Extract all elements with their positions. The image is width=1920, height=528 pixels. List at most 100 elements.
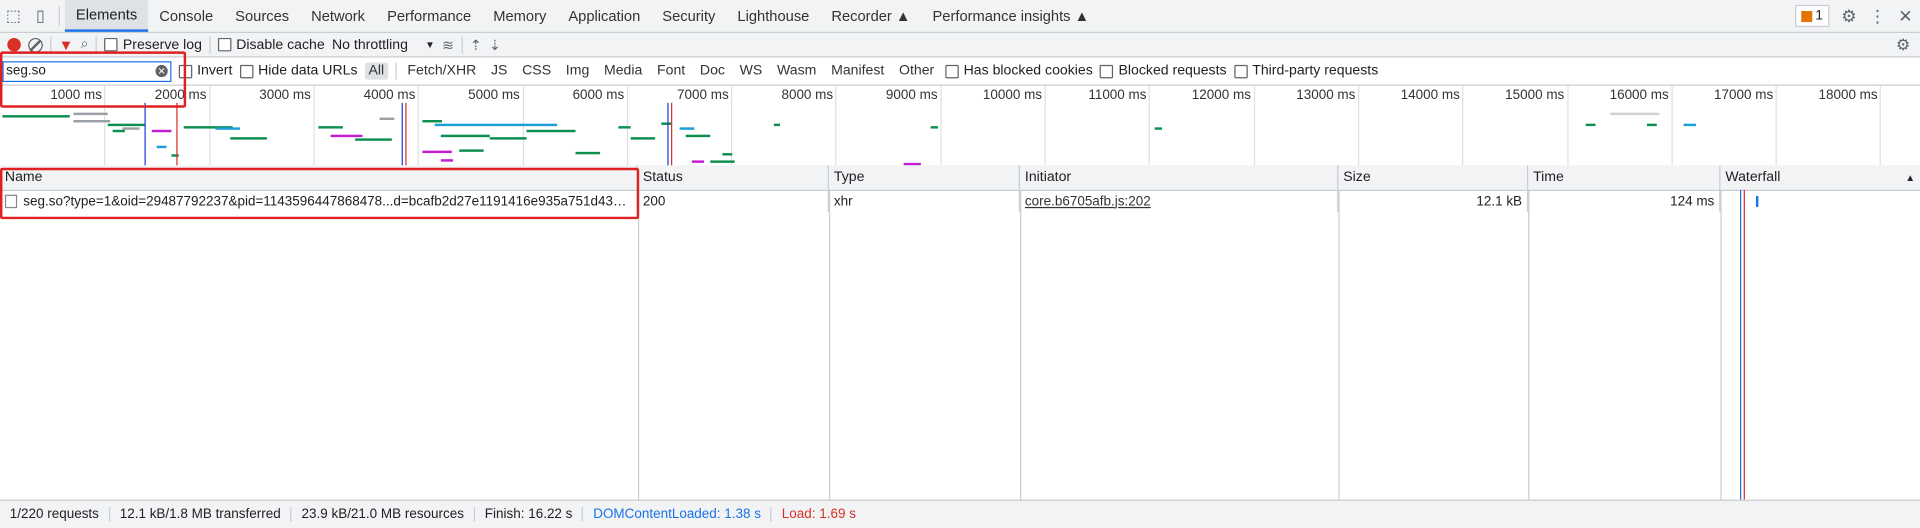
load-event-line [1743,189,1745,500]
timeline-request-segment [422,120,443,123]
invert-checkbox[interactable]: Invert [178,64,232,78]
timeline-tick: 9000 ms [886,85,942,167]
checkbox-box[interactable] [104,37,118,52]
timeline-tick: 8000 ms [781,85,837,167]
filter-type-wasm[interactable]: Wasm [773,62,820,79]
clear-filter-icon[interactable]: ✕ [155,64,168,78]
timeline-tick: 17000 ms [1714,85,1777,167]
sort-up-icon: ▲ [1905,172,1916,184]
timeline-request-segment [722,153,733,156]
tab-network[interactable]: Network [300,0,376,32]
preserve-log-checkbox[interactable]: Preserve log [104,37,202,52]
checkbox-box[interactable] [945,64,959,78]
disable-cache-checkbox[interactable]: Disable cache [217,37,325,53]
export-har-icon[interactable]: ⇣ [489,36,501,54]
tab-lighthouse[interactable]: Lighthouse [726,0,820,32]
tab-sources[interactable]: Sources [224,0,300,32]
checkbox-box[interactable] [217,37,232,52]
timeline-request-segment [661,122,672,125]
filter-type-media[interactable]: Media [600,62,646,79]
tab-recorder[interactable]: Recorder ▲ [820,0,921,32]
network-overview-timeline[interactable]: 1000 ms 2000 ms 3000 ms 4000 ms 5000 ms 6000 … [0,85,1920,168]
blocked-requests-checkbox[interactable]: Blocked requests [1100,64,1227,78]
column-divider [829,189,1022,500]
column-header-waterfall[interactable]: Waterfall ▲ [1720,165,1920,189]
network-conditions-icon[interactable]: ≋ [442,36,454,54]
filter-input[interactable]: seg.so ✕ [2,60,172,82]
checkbox-box[interactable] [1233,64,1248,78]
timeline-request-segment [489,137,527,140]
clear-icon[interactable] [28,37,43,53]
timeline-request-segment [440,159,454,162]
timeline-request-segment [1585,123,1596,127]
timeline-request-segment [379,117,395,121]
column-header-name[interactable]: Name [0,165,638,190]
column-header-type[interactable]: Type [829,165,1021,190]
requests-table: Name Status Type Initiator Size Time Wat… [0,165,1920,500]
import-har-icon[interactable]: ⇡ [470,36,482,54]
filter-type-manifest[interactable]: Manifest [827,62,888,79]
timeline-tick: 10000 ms [983,85,1046,167]
filter-type-fetch-xhr[interactable]: Fetch/XHR [404,62,480,79]
timeline-request-segment [526,129,576,133]
inspect-element-icon[interactable]: ⬚ [0,0,27,32]
column-header-status[interactable]: Status [638,165,829,190]
network-settings-icon[interactable]: ⚙ [1896,35,1910,55]
close-devtools-icon[interactable]: ✕ [1898,6,1912,27]
dom-content-loaded-time: DOMContentLoaded: 1.38 s [583,506,772,522]
column-divider [0,189,640,500]
timeline-tick-label: 9000 ms [885,88,938,103]
filter-icon[interactable]: ▼ [59,36,74,53]
tabbar-right-controls: 1 ⚙ ⋮ ✕ [1794,0,1913,32]
dom-content-loaded-line [1740,189,1742,500]
disable-cache-label: Disable cache [236,37,325,53]
settings-gear-icon[interactable]: ⚙ [1841,6,1856,27]
record-icon[interactable] [7,37,21,52]
filter-type-ws[interactable]: WS [736,62,766,79]
column-header-size[interactable]: Size [1338,165,1529,190]
tab-memory[interactable]: Memory [482,0,557,32]
tab-console[interactable]: Console [148,0,224,32]
issues-counter[interactable]: 1 [1794,4,1830,27]
hide-data-urls-checkbox[interactable]: Hide data URLs [239,64,357,78]
timeline-request-segment [73,112,108,116]
timeline-tick-label: 15000 ms [1505,88,1565,103]
load-time: Load: 1.69 s [781,506,856,522]
timeline-request-segment [930,126,938,129]
filter-type-all[interactable]: All [364,62,388,80]
third-party-checkbox[interactable]: Third-party requests [1233,64,1378,78]
has-blocked-cookies-checkbox[interactable]: Has blocked cookies [945,63,1093,79]
column-header-initiator[interactable]: Initiator [1020,165,1339,190]
timeline-request-segment [151,129,172,133]
filter-type-font[interactable]: Font [653,62,689,79]
filter-type-doc[interactable]: Doc [696,62,728,79]
tab-elements[interactable]: Elements [64,0,149,32]
checkbox-box[interactable] [239,64,254,78]
tab-performance[interactable]: Performance [376,0,482,32]
filter-type-css[interactable]: CSS [518,62,554,79]
waterfall-header-label: Waterfall [1725,170,1781,185]
toolbar-divider [95,36,98,54]
column-header-time[interactable]: Time [1528,165,1721,190]
search-icon[interactable]: ⌕ [81,37,89,53]
timeline-request-segment [459,149,484,152]
timeline-tick-label: 7000 ms [677,88,729,103]
filter-type-js[interactable]: JS [487,62,511,79]
tab-security[interactable]: Security [651,0,726,32]
filter-type-other[interactable]: Other [895,62,938,79]
tab-performance-insights[interactable]: Performance insights ▲ [921,0,1100,32]
has-blocked-cookies-label: Has blocked cookies [963,63,1093,79]
timeline-request-segment [1683,123,1696,127]
more-menu-icon[interactable]: ⋮ [1869,6,1886,27]
throttling-select[interactable]: No throttling ▼ [332,37,435,52]
timeline-tick: 12000 ms [1192,85,1255,167]
timeline-request-segment [685,134,711,138]
column-divider [1020,189,1340,500]
timeline-tick-label: 17000 ms [1714,88,1774,103]
checkbox-box[interactable] [178,64,193,78]
filter-input-value[interactable]: seg.so [6,64,46,79]
filter-type-img[interactable]: Img [562,62,593,79]
checkbox-box[interactable] [1100,64,1114,78]
device-toolbar-icon[interactable]: ▯ [27,0,54,32]
tab-application[interactable]: Application [557,0,651,32]
